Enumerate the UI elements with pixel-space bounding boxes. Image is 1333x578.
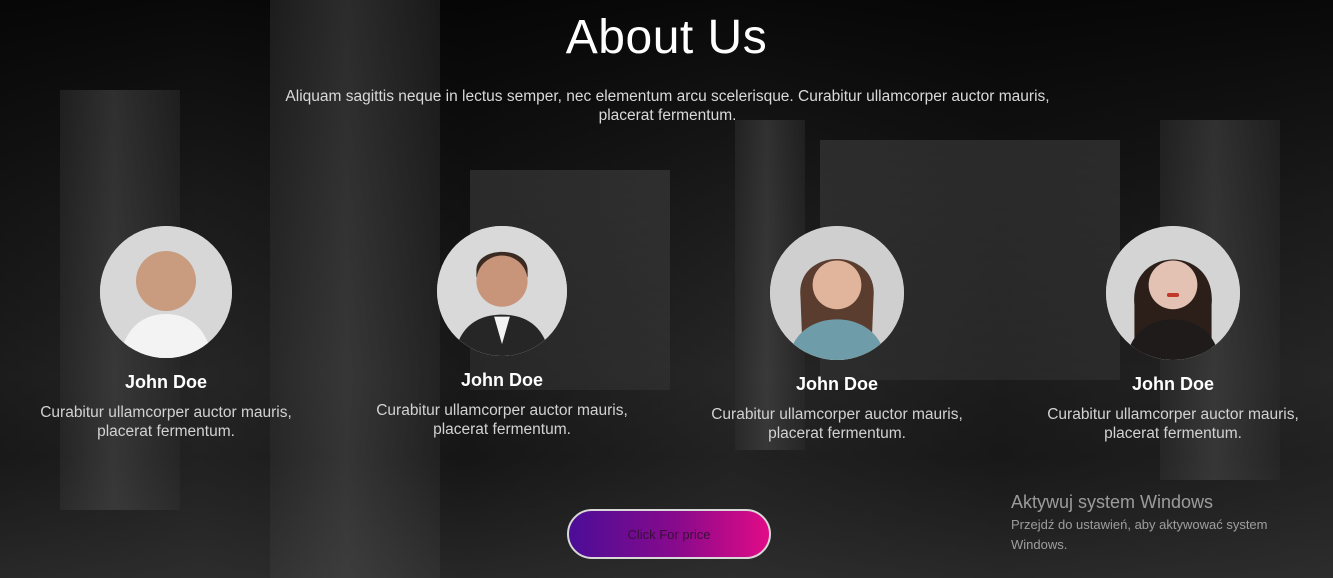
windows-activation-watermark: Aktywuj system Windows Przejdź do ustawi… (1011, 492, 1321, 555)
member-description: Curabitur ullamcorper auctor mauris, pla… (40, 404, 292, 440)
click-for-price-button[interactable]: Click For price (567, 509, 771, 559)
team-member: John Doe Curabitur ullamcorper auctor ma… (36, 226, 296, 441)
member-description: Curabitur ullamcorper auctor mauris, pla… (711, 406, 963, 442)
member-name: John Doe (1131, 374, 1214, 394)
team-member: John Doe Curabitur ullamcorper auctor ma… (1043, 226, 1303, 443)
person-avatar-icon (770, 226, 904, 360)
person-avatar-icon (437, 226, 567, 356)
watermark-title: Aktywuj system Windows (1011, 492, 1214, 512)
team-member: John Doe Curabitur ullamcorper auctor ma… (707, 226, 967, 443)
team-member: John Doe Curabitur ullamcorper auctor ma… (372, 226, 632, 439)
avatar (100, 226, 232, 358)
member-name: John Doe (795, 374, 878, 394)
avatar (1106, 226, 1240, 360)
page-title: About Us (565, 11, 768, 64)
member-description: Curabitur ullamcorper auctor mauris, pla… (1047, 406, 1299, 442)
team-list: John Doe Curabitur ullamcorper auctor ma… (0, 226, 1333, 466)
page-subtitle: Aliquam sagittis neque in lectus semper,… (285, 88, 1050, 124)
avatar (770, 226, 904, 360)
watermark-subtitle: Przejdź do ustawień, aby aktywować syste… (1011, 517, 1268, 552)
about-section: About Us Aliquam sagittis neque in lectu… (0, 0, 1333, 578)
member-description: Curabitur ullamcorper auctor mauris, pla… (376, 402, 628, 438)
member-name: John Doe (124, 372, 207, 392)
member-name: John Doe (460, 370, 543, 390)
person-avatar-icon (100, 226, 232, 358)
person-avatar-icon (1106, 226, 1240, 360)
avatar (437, 226, 567, 356)
